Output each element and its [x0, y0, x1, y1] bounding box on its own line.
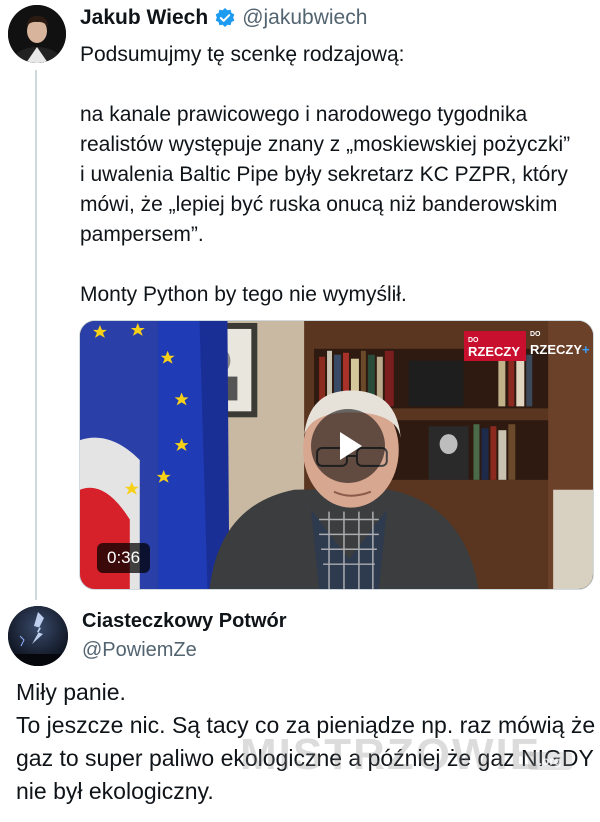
reply-author-name[interactable]: Ciasteczkowy Potwór — [82, 608, 287, 634]
tweet-text: Podsumujmy tę scenkę rodzajową: na kanal… — [80, 43, 571, 306]
reply-text: Miły panie. To jeszcze nic. Są tacy co z… — [16, 679, 596, 804]
video-duration: 0:36 — [97, 543, 151, 573]
video-player[interactable]: DO RZECZY DO RZECZY+ 0:36 — [79, 320, 594, 590]
channel-logo-badge: DO RZECZY — [464, 331, 526, 361]
author-name[interactable]: Jakub Wiech — [80, 6, 208, 30]
author-avatar[interactable] — [8, 5, 66, 63]
verified-badge-icon — [214, 7, 236, 29]
channel-logo-plus: DO RZECZY+ — [530, 331, 590, 357]
play-button[interactable] — [311, 409, 385, 483]
play-icon — [340, 432, 362, 460]
author-handle[interactable]: @jakubwiech — [242, 6, 367, 30]
thread-connector-line — [35, 70, 37, 600]
reply-author-handle[interactable]: @PowiemZe — [82, 637, 197, 663]
reply-author-avatar[interactable] — [8, 606, 68, 666]
tweet-header: Jakub Wiech @jakubwiech — [80, 4, 367, 32]
